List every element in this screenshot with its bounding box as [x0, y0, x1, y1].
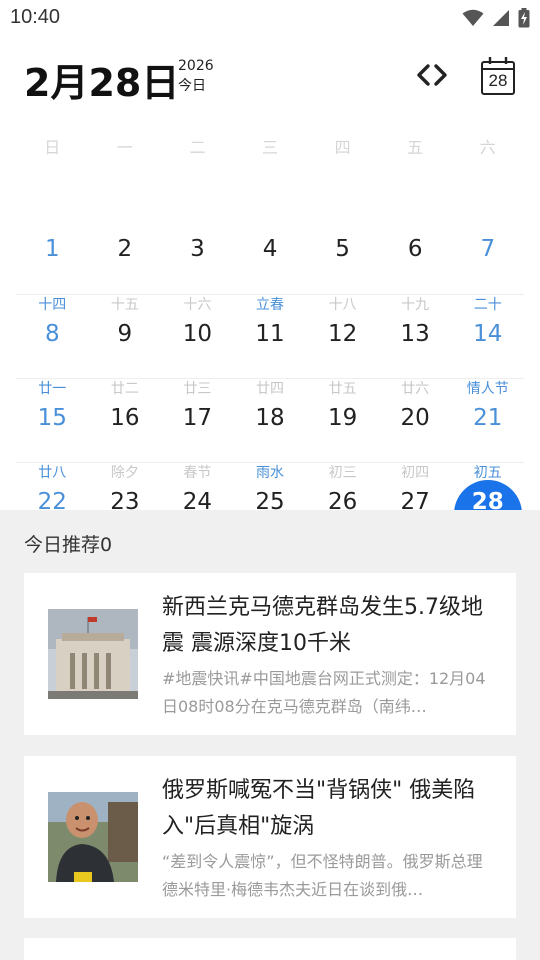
lunar-date-label — [379, 210, 452, 230]
lunar-date-label: 廿五 — [328, 381, 357, 397]
news-card[interactable]: 新西兰克马德克群岛发生5.7级地震 震源深度10千米 #地震快讯#中国地震台网正… — [24, 573, 516, 735]
lunar-date-label: 立春 — [256, 297, 285, 313]
lunar-date-label: 初四 — [401, 465, 430, 481]
day-number: 15 — [37, 405, 67, 431]
day-number: 14 — [473, 321, 503, 347]
day-number: 3 — [190, 236, 205, 262]
lunar-date-label: 十八 — [328, 297, 357, 313]
calendar-day-cell[interactable]: 十四 8 — [16, 295, 89, 378]
calendar-day-cell[interactable]: 7 — [451, 210, 524, 294]
calendar-week-row: 1 2 3 4 5 6 7 — [16, 210, 524, 294]
lunar-date-label: 廿三 — [183, 381, 212, 397]
news-thumbnail — [48, 792, 138, 882]
lunar-date-label: 春节 — [183, 465, 212, 481]
calendar-day-cell[interactable]: 廿二 16 — [89, 379, 162, 462]
calendar-day-cell[interactable]: 十六 10 — [161, 295, 234, 378]
day-number: 18 — [255, 405, 285, 431]
recommendation-feed: 今日推荐0 新西兰克马德克群岛发生5.7级地震 震源深度10千米 #地震快讯#中… — [0, 510, 540, 960]
lunar-date-label: 十五 — [110, 297, 139, 313]
lunar-date-label: 十九 — [401, 297, 430, 313]
day-number: 13 — [400, 321, 430, 347]
news-summary: #地震快讯#中国地震台网正式测定：12月04日08时08分在克马德克群岛（南纬… — [162, 669, 486, 716]
lunar-date-label: 十四 — [38, 297, 67, 313]
day-number: 16 — [110, 405, 140, 431]
day-number: 20 — [400, 405, 430, 431]
lunar-date-label — [161, 210, 234, 230]
calendar-day-cell[interactable]: 十五 9 — [89, 295, 162, 378]
day-number: 4 — [262, 236, 278, 262]
news-card[interactable] — [24, 938, 516, 960]
lunar-date-label — [451, 210, 524, 230]
calendar-day-cell[interactable]: 廿四 18 — [234, 379, 307, 462]
day-number: 19 — [327, 405, 358, 431]
calendar-week-row: 廿一 15 廿二 16 廿三 17 廿四 18 廿五 19 廿六 20 情人节 21 — [16, 378, 524, 462]
calendar-day-cell[interactable]: 3 — [161, 210, 234, 294]
calendar-day-cell[interactable]: 廿五 19 — [306, 379, 379, 462]
news-thumbnail — [48, 609, 138, 699]
calendar-day-cell[interactable]: 1 — [16, 210, 89, 294]
calendar-day-cell[interactable]: 二十 14 — [451, 295, 524, 378]
lunar-date-label: 十六 — [183, 297, 212, 313]
lunar-date-label: 廿六 — [401, 381, 430, 397]
calendar-day-cell[interactable]: 十九 13 — [379, 295, 452, 378]
lunar-date-label: 廿八 — [38, 465, 67, 481]
calendar-day-cell[interactable]: 立春 11 — [234, 295, 307, 378]
person-photo-image — [48, 792, 138, 882]
lunar-date-label — [16, 210, 89, 230]
day-number: 10 — [182, 321, 213, 347]
lunar-date-label: 除夕 — [110, 465, 139, 481]
lunar-date-label: 廿一 — [38, 381, 67, 397]
lunar-date-label: 廿四 — [256, 381, 285, 397]
calendar-week-row: 十四 8 十五 9 十六 10 立春 11 十八 12 十九 13 二十 14 — [16, 294, 524, 378]
lunar-date-label: 初三 — [328, 465, 357, 481]
day-number: 21 — [473, 405, 503, 431]
lunar-date-label — [234, 210, 307, 230]
day-number: 2 — [117, 236, 133, 262]
lunar-date-label: 廿二 — [110, 381, 139, 397]
news-card[interactable]: 俄罗斯喊冤不当"背锅侠" 俄美陷入"后真相"旋涡 “差到令人震惊”，但不怪特朗普… — [24, 756, 516, 918]
calendar-day-cell[interactable]: 十八 12 — [306, 295, 379, 378]
news-title: 新西兰克马德克群岛发生5.7级地震 震源深度10千米 — [162, 595, 483, 656]
day-number: 17 — [182, 405, 213, 431]
day-number: 5 — [335, 236, 350, 262]
lunar-date-label: 情人节 — [466, 381, 509, 397]
calendar-day-cell[interactable]: 2 — [89, 210, 162, 294]
calendar-day-cell[interactable]: 情人节 21 — [451, 379, 524, 462]
day-number: 6 — [407, 236, 423, 262]
calendar-day-cell[interactable]: 4 — [234, 210, 307, 294]
day-number: 11 — [255, 321, 285, 347]
calendar-day-cell[interactable]: 廿六 20 — [379, 379, 452, 462]
news-summary: “差到令人震惊”，但不怪特朗普。俄罗斯总理德米特里·梅德韦杰夫近日在谈到俄… — [162, 852, 483, 899]
lunar-date-label — [306, 210, 379, 230]
lunar-date-label: 雨水 — [256, 465, 285, 481]
lunar-date-label — [89, 210, 162, 230]
calendar-day-cell[interactable]: 廿一 15 — [16, 379, 89, 462]
day-number: 8 — [44, 321, 60, 347]
building-image — [48, 609, 138, 699]
calendar-day-cell[interactable]: 6 — [379, 210, 452, 294]
calendar-day-cell[interactable]: 5 — [306, 210, 379, 294]
day-number: 12 — [327, 321, 358, 347]
feed-title: 今日推荐0 — [24, 534, 113, 556]
news-title: 俄罗斯喊冤不当"背锅侠" 俄美陷入"后真相"旋涡 — [162, 778, 476, 839]
calendar-day-cell[interactable]: 廿三 17 — [161, 379, 234, 462]
day-number: 1 — [44, 236, 60, 262]
day-number: 7 — [480, 236, 496, 262]
lunar-date-label: 二十 — [473, 297, 502, 313]
month-grid: 1 2 3 4 5 6 7 十四 8 十五 9 十六 10 立春 11 十八 12 十九 13 二十 14 廿一 15 廿二 1… — [16, 0, 524, 548]
day-number: 9 — [117, 321, 133, 347]
